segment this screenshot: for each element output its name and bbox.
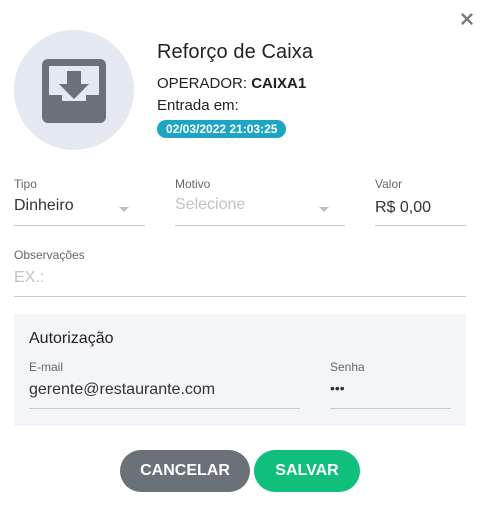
motivo-label: Motivo (175, 177, 211, 191)
valor-label: Valor (375, 177, 403, 191)
operator-line: OPERADOR: CAIXA1 (157, 75, 306, 92)
operator-label: OPERADOR: (157, 75, 252, 92)
motivo-select[interactable]: Selecione (175, 196, 245, 214)
observacoes-input[interactable]: EX.: (14, 269, 44, 287)
hero-icon-circle (14, 30, 134, 150)
senha-underline (330, 408, 451, 409)
observacoes-label: Observações (14, 248, 85, 262)
close-icon[interactable] (459, 11, 475, 27)
senha-field[interactable]: ••• (330, 380, 345, 396)
tipo-chevron-down-icon[interactable] (119, 207, 129, 212)
save-button[interactable]: SALVAR (254, 450, 360, 492)
valor-underline (375, 225, 466, 226)
entrada-datetime-badge: 02/03/2022 21:03:25 (157, 120, 287, 138)
email-label: E-mail (29, 360, 64, 374)
motivo-chevron-down-icon[interactable] (319, 207, 329, 212)
valor-input[interactable]: R$ 0,00 (375, 199, 431, 217)
tipo-underline (14, 225, 145, 226)
observacoes-underline (14, 296, 466, 297)
email-underline (29, 408, 300, 409)
motivo-underline (175, 225, 345, 226)
authorization-title: Autorização (29, 330, 114, 347)
senha-label: Senha (330, 360, 365, 374)
operator-name: CAIXA1 (251, 75, 307, 92)
entrada-label: Entrada em: (157, 97, 239, 114)
cancel-button[interactable]: CANCELAR (120, 450, 250, 492)
authorization-panel: Autorização E-mail gerente@restaurante.c… (14, 314, 466, 426)
tipo-select[interactable]: Dinheiro (14, 197, 74, 215)
reforco-caixa-dialog: Reforço de Caixa OPERADOR: CAIXA1 Entrad… (0, 0, 483, 508)
tipo-label: Tipo (14, 177, 37, 191)
inbox-download-icon (42, 59, 106, 123)
email-field[interactable]: gerente@restaurante.com (29, 381, 215, 399)
dialog-title: Reforço de Caixa (157, 41, 314, 63)
